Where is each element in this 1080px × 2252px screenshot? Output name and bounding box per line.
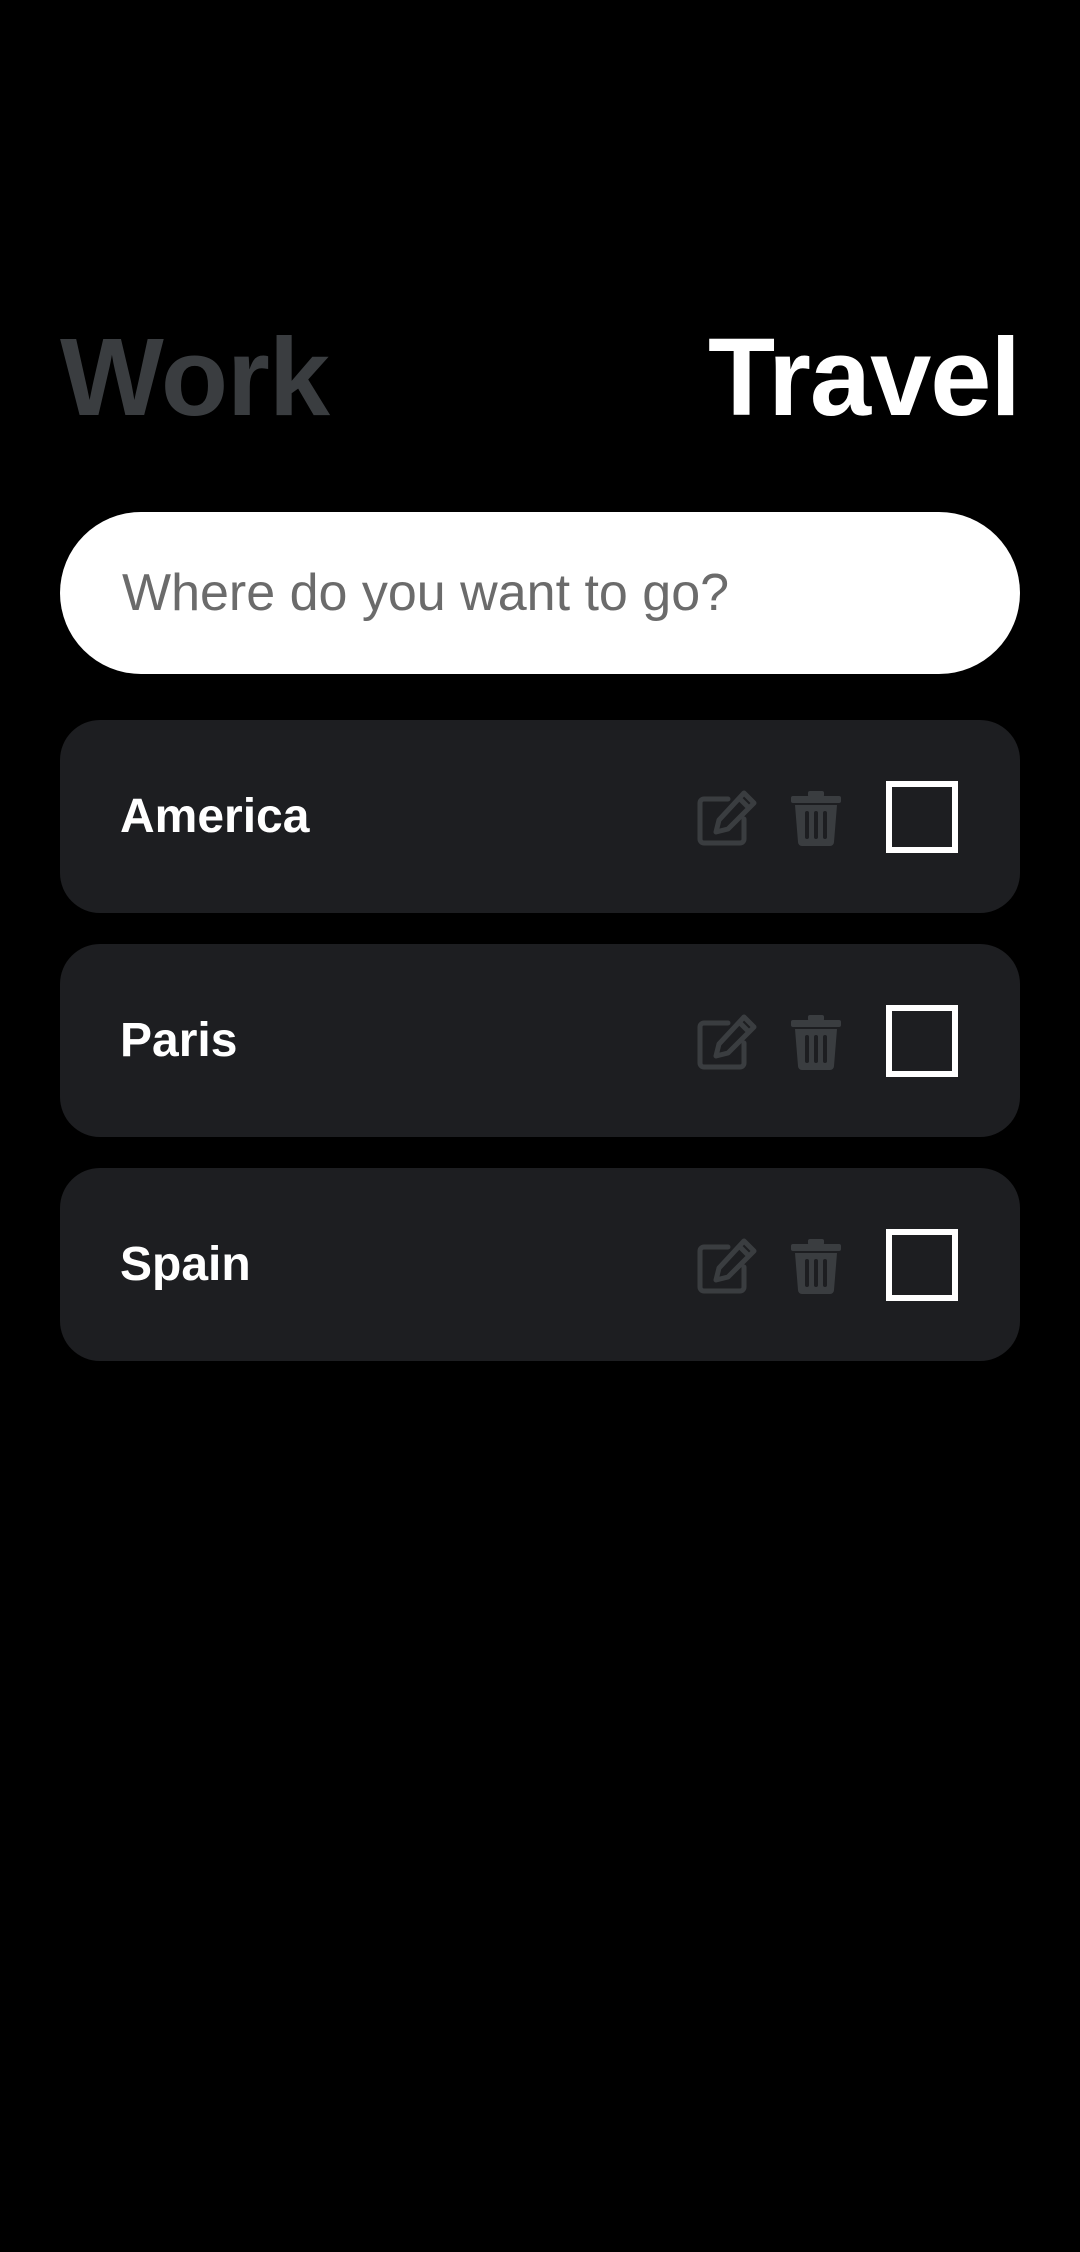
search-bar [60, 512, 1020, 674]
tab-work[interactable]: Work [60, 318, 330, 438]
todo-list: America Paris Spain [60, 720, 1020, 1392]
search-input[interactable] [120, 562, 1020, 624]
list-item-label: Paris [120, 1014, 238, 1067]
edit-icon[interactable] [696, 1013, 758, 1071]
checkbox[interactable] [886, 1229, 958, 1301]
trash-icon[interactable] [790, 1014, 842, 1070]
list-item: America [60, 720, 1020, 913]
list-item-label: America [120, 790, 310, 843]
edit-icon[interactable] [696, 789, 758, 847]
edit-icon[interactable] [696, 1237, 758, 1295]
list-item: Spain [60, 1168, 1020, 1361]
checkbox[interactable] [886, 781, 958, 853]
checkbox[interactable] [886, 1005, 958, 1077]
tab-travel[interactable]: Travel [708, 318, 1021, 438]
list-item-label: Spain [120, 1238, 251, 1291]
trash-icon[interactable] [790, 790, 842, 846]
tab-header: Work Travel [60, 318, 1021, 438]
trash-icon[interactable] [790, 1238, 842, 1294]
list-item: Paris [60, 944, 1020, 1137]
